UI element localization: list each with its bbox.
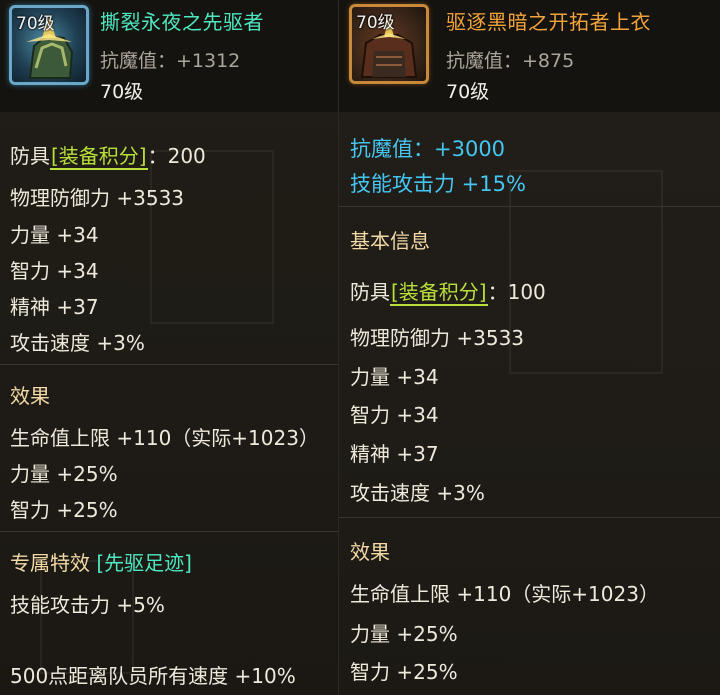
left-item-level-badge: 70级 [16, 14, 55, 34]
left-item-name: 撕裂永夜之先驱者 [100, 10, 264, 34]
left-special-line: 500点距离队员所有速度 +10% [10, 664, 296, 688]
right-item-tooltip: 70级 驱逐黑暗之开拓者上衣 抗魔值：+875 70级 抗魔值：+3000 技能… [338, 0, 720, 695]
right-stat-line: 力量 +34 [350, 365, 439, 389]
right-score-tag[interactable]: [装备积分] [390, 280, 488, 306]
left-effect-line: 力量 +25% [10, 462, 118, 486]
left-item-header: 70级 撕裂永夜之先驱者 抗魔值：+1312 70级 [0, 0, 338, 112]
left-armor-type: 防具 [10, 144, 50, 168]
right-effect-line: 力量 +25% [350, 622, 458, 646]
left-special-label: 专属特效 [10, 551, 90, 575]
divider [339, 517, 720, 518]
left-effect-line: 智力 +25% [10, 498, 118, 522]
left-item-resist: 抗魔值：+1312 [100, 50, 241, 72]
left-item-icon[interactable]: 70级 [9, 5, 89, 85]
left-score-tag[interactable]: [装备积分] [50, 144, 148, 170]
right-stat-line: 攻击速度 +3% [350, 481, 485, 505]
right-item-level: 70级 [446, 81, 490, 103]
left-score-line: 防具[装备积分]：200 [10, 140, 206, 170]
left-special-tag[interactable]: [先驱足迹] [96, 551, 192, 575]
left-effect-heading: 效果 [10, 384, 50, 408]
right-basic-heading: 基本信息 [350, 229, 430, 253]
left-stat-line: 物理防御力 +3533 [10, 186, 185, 210]
left-effect-line: 生命值上限 +110（实际+1023） [10, 426, 319, 450]
right-stat-line: 智力 +34 [350, 403, 439, 427]
right-effect-line: 智力 +25% [350, 660, 458, 684]
right-bonus-line: 抗魔值：+3000 [350, 137, 506, 161]
right-item-level-badge: 70级 [356, 13, 395, 33]
right-item-header: 70级 驱逐黑暗之开拓者上衣 抗魔值：+875 70级 [339, 0, 720, 112]
left-special-line: 技能攻击力 +5% [10, 593, 165, 617]
right-item-resist: 抗魔值：+875 [446, 50, 575, 72]
left-special-heading: 专属特效 [先驱足迹] [10, 547, 192, 576]
left-stat-line: 精神 +37 [10, 295, 99, 319]
divider [339, 206, 720, 207]
left-item-level: 70级 [100, 81, 144, 103]
left-stat-line: 力量 +34 [10, 223, 99, 247]
right-effect-heading: 效果 [350, 540, 390, 564]
right-score-line: 防具[装备积分]：100 [350, 276, 546, 306]
left-score-value: ：200 [147, 144, 206, 168]
right-bonus-line: 技能攻击力 +15% [350, 172, 526, 196]
divider [0, 364, 338, 365]
right-effect-line: 生命值上限 +110（实际+1023） [350, 582, 659, 606]
right-stat-line: 精神 +37 [350, 442, 439, 466]
divider [0, 531, 338, 532]
right-stat-line: 物理防御力 +3533 [350, 326, 525, 350]
right-armor-type: 防具 [350, 280, 390, 304]
left-stat-line: 智力 +34 [10, 259, 99, 283]
left-stat-line: 攻击速度 +3% [10, 331, 145, 355]
right-item-name: 驱逐黑暗之开拓者上衣 [446, 10, 651, 34]
left-item-tooltip: 70级 撕裂永夜之先驱者 抗魔值：+1312 70级 防具[装备积分]：200 … [0, 0, 338, 695]
right-item-icon[interactable]: 70级 [349, 4, 429, 84]
right-score-value: ：100 [487, 280, 546, 304]
